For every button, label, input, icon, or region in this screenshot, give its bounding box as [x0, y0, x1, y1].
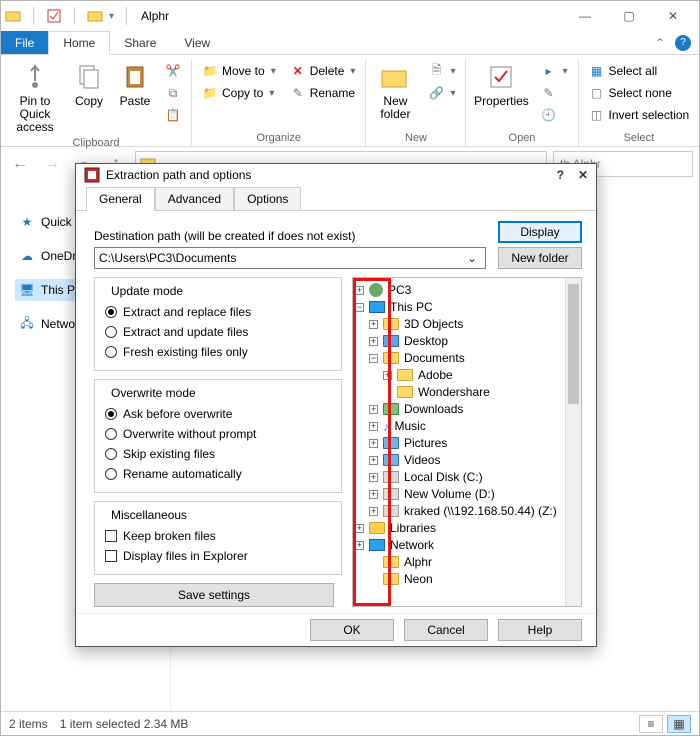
pictures-icon: [383, 437, 399, 449]
options-column: Update mode Extract and replace files Ex…: [94, 269, 342, 607]
dialog-close-button[interactable]: ✕: [578, 168, 588, 182]
tab-options[interactable]: Options: [234, 187, 301, 210]
user-icon: [369, 283, 383, 297]
dialog-help-button[interactable]: ?: [557, 168, 564, 182]
music-icon: ♪: [383, 419, 390, 434]
update-mode-opt3[interactable]: Fresh existing files only: [105, 342, 331, 362]
radio-icon: [105, 346, 117, 358]
destination-path-input[interactable]: C:\Users\PC3\Documents ⌄: [94, 247, 486, 269]
tree-item[interactable]: Pictures: [404, 436, 447, 450]
tree-list[interactable]: +PC3 −This PC +3D Objects +Desktop −Docu…: [353, 278, 565, 606]
save-settings-button[interactable]: Save settings: [94, 583, 334, 607]
tree-item[interactable]: Alphr: [404, 555, 432, 569]
folder-tree-column: +PC3 −This PC +3D Objects +Desktop −Docu…: [352, 269, 582, 607]
scrollbar-thumb[interactable]: [568, 284, 579, 404]
tree-item[interactable]: Neon: [404, 572, 433, 586]
libraries-icon: [369, 522, 385, 534]
group-title: Miscellaneous: [107, 508, 191, 522]
dialog-title: Extraction path and options: [106, 168, 251, 182]
miscellaneous-group: Miscellaneous Keep broken files Display …: [94, 501, 342, 575]
tree-item[interactable]: Libraries: [390, 521, 436, 535]
dialog-tabs: General Advanced Options: [76, 187, 596, 211]
videos-icon: [383, 454, 399, 466]
desktop-icon: [383, 335, 399, 347]
tree-item[interactable]: New Volume (D:): [404, 487, 495, 501]
folder-icon: [397, 369, 413, 381]
keep-broken-files-checkbox[interactable]: Keep broken files: [105, 526, 331, 546]
tree-item[interactable]: Desktop: [404, 334, 448, 348]
folder-icon: [383, 318, 399, 330]
chevron-down-icon[interactable]: ⌄: [463, 251, 481, 265]
tree-item[interactable]: Wondershare: [418, 385, 490, 399]
dialog-titlebar: Extraction path and options ? ✕: [76, 164, 596, 187]
network-disk-icon: [383, 505, 399, 517]
radio-icon: [105, 326, 117, 338]
disk-icon: [383, 488, 399, 500]
tree-item[interactable]: Videos: [404, 453, 440, 467]
tab-advanced[interactable]: Advanced: [155, 187, 234, 210]
checkbox-icon: [105, 530, 117, 542]
display-button[interactable]: Display: [498, 221, 582, 243]
tree-item[interactable]: Music: [395, 419, 426, 433]
folder-icon: [383, 352, 399, 364]
group-title: Update mode: [107, 284, 187, 298]
update-mode-opt2[interactable]: Extract and update files: [105, 322, 331, 342]
scrollbar[interactable]: [565, 278, 581, 606]
help-button[interactable]: Help: [498, 619, 582, 641]
display-files-in-explorer-checkbox[interactable]: Display files in Explorer: [105, 546, 331, 566]
tab-general[interactable]: General: [86, 187, 155, 211]
cancel-button[interactable]: Cancel: [404, 619, 488, 641]
radio-icon: [105, 428, 117, 440]
overwrite-mode-opt4[interactable]: Rename automatically: [105, 464, 331, 484]
tree-item[interactable]: Network: [390, 538, 434, 552]
downloads-icon: [383, 403, 399, 415]
update-mode-group: Update mode Extract and replace files Ex…: [94, 277, 342, 371]
tree-item[interactable]: 3D Objects: [404, 317, 463, 331]
winrar-icon: [84, 167, 100, 183]
folder-icon: [397, 386, 413, 398]
overwrite-mode-opt3[interactable]: Skip existing files: [105, 444, 331, 464]
folder-icon: [383, 556, 399, 568]
tree-item[interactable]: kraked (\\192.168.50.44) (Z:): [404, 504, 557, 518]
new-folder-button[interactable]: New folder: [498, 247, 582, 269]
overwrite-mode-opt1[interactable]: Ask before overwrite: [105, 404, 331, 424]
radio-icon: [105, 306, 117, 318]
extraction-dialog: Extraction path and options ? ✕ General …: [75, 163, 597, 647]
pc-icon: [369, 301, 385, 313]
checkbox-icon: [105, 550, 117, 562]
update-mode-opt1[interactable]: Extract and replace files: [105, 302, 331, 322]
disk-icon: [383, 471, 399, 483]
radio-icon: [105, 468, 117, 480]
tree-item[interactable]: Adobe: [418, 368, 453, 382]
folder-icon: [383, 573, 399, 585]
network-icon: [369, 539, 385, 551]
ok-button[interactable]: OK: [310, 619, 394, 641]
destination-path-value: C:\Users\PC3\Documents: [99, 251, 236, 265]
radio-icon: [105, 448, 117, 460]
radio-icon: [105, 408, 117, 420]
tree-item[interactable]: PC3: [388, 283, 411, 297]
destination-path-label: Destination path (will be created if doe…: [94, 229, 355, 243]
group-title: Overwrite mode: [107, 386, 200, 400]
tree-item[interactable]: Downloads: [404, 402, 463, 416]
tree-item[interactable]: This PC: [390, 300, 433, 314]
folder-tree: +PC3 −This PC +3D Objects +Desktop −Docu…: [352, 277, 582, 607]
overwrite-mode-group: Overwrite mode Ask before overwrite Over…: [94, 379, 342, 493]
dialog-body: Destination path (will be created if doe…: [76, 211, 596, 613]
tree-item[interactable]: Documents: [404, 351, 465, 365]
overwrite-mode-opt2[interactable]: Overwrite without prompt: [105, 424, 331, 444]
tree-item[interactable]: Local Disk (C:): [404, 470, 483, 484]
dialog-footer: OK Cancel Help: [76, 613, 596, 646]
dialog-overlay: Extraction path and options ? ✕ General …: [0, 0, 700, 736]
